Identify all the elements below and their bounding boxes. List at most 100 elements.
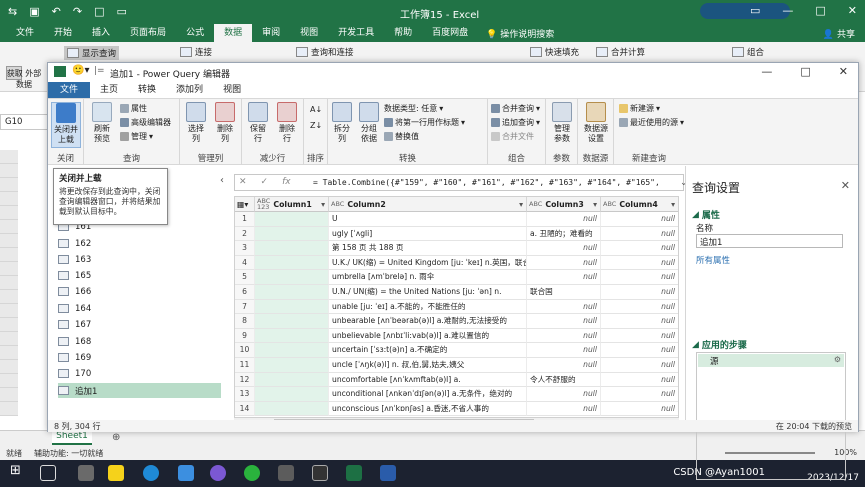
row-header[interactable] [0,206,18,220]
tab-developer[interactable]: 开发工具 [328,24,384,42]
status-accessibility[interactable]: 辅助功能: 一切就绪 [34,448,103,459]
table-cell[interactable]: null [601,285,678,300]
row-header[interactable] [0,374,18,388]
type-text-icon[interactable]: ABC [529,200,542,208]
save-icon[interactable]: ▣ [29,5,39,18]
row-number[interactable]: 4 [235,255,255,271]
table-cell[interactable]: null [527,401,601,417]
table-cell[interactable]: 第 158 页 共 188 页 [329,241,527,256]
filter-dropdown-icon[interactable]: ▾ [519,200,523,209]
terminal-icon[interactable] [312,465,328,481]
table-cell[interactable]: 联合国 [527,285,601,300]
table-cell[interactable] [255,387,329,402]
tab-view[interactable]: 视图 [290,24,328,42]
tab-help[interactable]: 帮助 [384,24,422,42]
table-cell[interactable]: unbelievable [ʌnbɪˈli:vab(ə)l] a.难以置信的 [329,328,527,344]
table-cell[interactable] [255,226,329,242]
row-header[interactable] [0,150,18,164]
row-header[interactable] [0,290,18,304]
row-header[interactable] [0,220,18,234]
tab-formulas[interactable]: 公式 [176,24,214,42]
table-cell[interactable]: null [527,328,601,344]
table-cell[interactable]: null [601,241,678,256]
keep-rows-button[interactable]: 保留 行 [245,102,271,144]
table-cell[interactable]: 令人不舒服的 [527,372,601,388]
table-cell[interactable]: a. 丑陋的；难看的 [527,226,601,242]
query-item[interactable]: 166 [58,284,221,299]
refresh-preview-button[interactable]: 刷新 预览 [88,102,116,144]
table-cell[interactable]: null [601,300,678,315]
pq-tab-home[interactable]: 主页 [90,82,128,98]
pq-minimize-icon[interactable]: — [761,65,772,78]
append-queries-button[interactable]: 追加查询 ▾ [491,117,540,128]
group-button[interactable]: 组合 [732,46,764,58]
table-cell[interactable]: null [601,358,678,373]
table-cell[interactable]: null [527,241,601,256]
close-and-load-button[interactable]: 关闭并 上载 [51,102,81,148]
table-cell[interactable]: null [601,343,678,358]
tab-data[interactable]: 数据 [214,24,253,42]
table-cell[interactable] [255,270,329,285]
row-header[interactable] [0,360,18,374]
tab-review[interactable]: 审阅 [252,24,290,42]
autosave-icon[interactable]: ⇆ [8,5,17,18]
table-cell[interactable]: null [527,299,601,315]
app-icon-gray[interactable] [278,465,294,481]
row-number[interactable]: 6 [235,285,255,300]
data-type-dropdown[interactable]: 数据类型: 任意 ▾ [384,103,443,114]
table-cell[interactable] [255,299,329,315]
share-button[interactable]: 👤 共享 [823,27,855,40]
query-item-selected[interactable]: 追加1 [58,383,221,398]
table-cell[interactable]: umbrella [ʌmˈbrelə] n. 雨伞 [329,270,527,285]
table-cell[interactable] [255,343,329,358]
row-number[interactable]: 3 [235,241,255,256]
app-icon[interactable] [78,465,94,481]
properties-button[interactable]: 属性 [120,103,147,114]
table-cell[interactable] [255,314,329,329]
redo-icon[interactable]: ↷ [73,5,82,18]
word-taskbar-icon[interactable] [380,465,396,481]
table-cell[interactable]: null [527,255,601,271]
query-item[interactable]: 164 [58,301,221,316]
split-column-button[interactable]: 拆分 列 [330,102,354,144]
table-cell[interactable]: uncomfortable [ʌnˈkʌmftab(ə)l] a. [329,372,527,388]
table-cell[interactable] [255,241,329,256]
collapse-pane-icon[interactable]: ‹ [220,175,224,186]
pq-tab-view[interactable]: 视图 [213,82,251,98]
table-cell[interactable]: null [601,387,678,402]
table-cell[interactable]: null [601,270,678,285]
type-text-icon[interactable]: ABC [603,200,616,208]
table-cell[interactable]: U.N./ UN(缩) = the United Nations [ju: ˈə… [329,285,527,300]
task-view-icon[interactable] [40,465,56,481]
open-folder-icon[interactable]: ▭ [116,5,126,18]
all-properties-link[interactable]: 所有属性 [696,254,730,266]
table-cell[interactable]: null [601,256,678,271]
row-number[interactable]: 14 [235,401,255,417]
manage-button[interactable]: 管理 ▾ [120,131,153,142]
tab-home[interactable]: 开始 [44,24,82,42]
cancel-formula-icon[interactable]: ✕ [239,177,247,187]
new-file-icon[interactable]: □ [94,5,104,18]
table-cell[interactable]: uncertain [ˈsɜ:t(ə)n] a.不确定的 [329,343,527,358]
table-cell[interactable]: null [601,314,678,329]
applied-step-item[interactable]: 源 ⚙ [698,354,844,367]
row-number[interactable]: 9 [235,328,255,344]
pq-tab-add-column[interactable]: 添加列 [166,82,213,98]
table-cell[interactable]: U [329,212,527,227]
gear-icon[interactable]: ⚙ [834,355,841,364]
table-cell[interactable]: unable [ju: ˈeɪ] a.不能的，不能胜任的 [329,299,527,315]
table-cell[interactable]: unconditional [ʌnkənˈdɪʃən(ə)l] a.无条件，绝对… [329,387,527,402]
row-number[interactable]: 8 [235,314,255,329]
table-cell[interactable] [255,401,329,417]
fx-icon[interactable]: fx [282,177,291,187]
applied-steps-section[interactable]: ◢ 应用的步骤 [692,338,747,352]
manage-parameters-button[interactable]: 管理 参数 [549,102,575,144]
table-cell[interactable] [255,358,329,373]
tab-file[interactable]: 文件 [6,24,44,42]
table-cell[interactable]: uncle [ˈʌŋk(ə)l] n. 叔,伯,舅,姑夫,姨父 [329,358,527,373]
table-cell[interactable] [255,255,329,271]
column-header[interactable]: ABC Column4 ▾ [601,197,678,212]
row-header[interactable] [0,318,18,332]
row-header[interactable] [0,234,18,248]
table-cell[interactable]: null [601,227,678,242]
